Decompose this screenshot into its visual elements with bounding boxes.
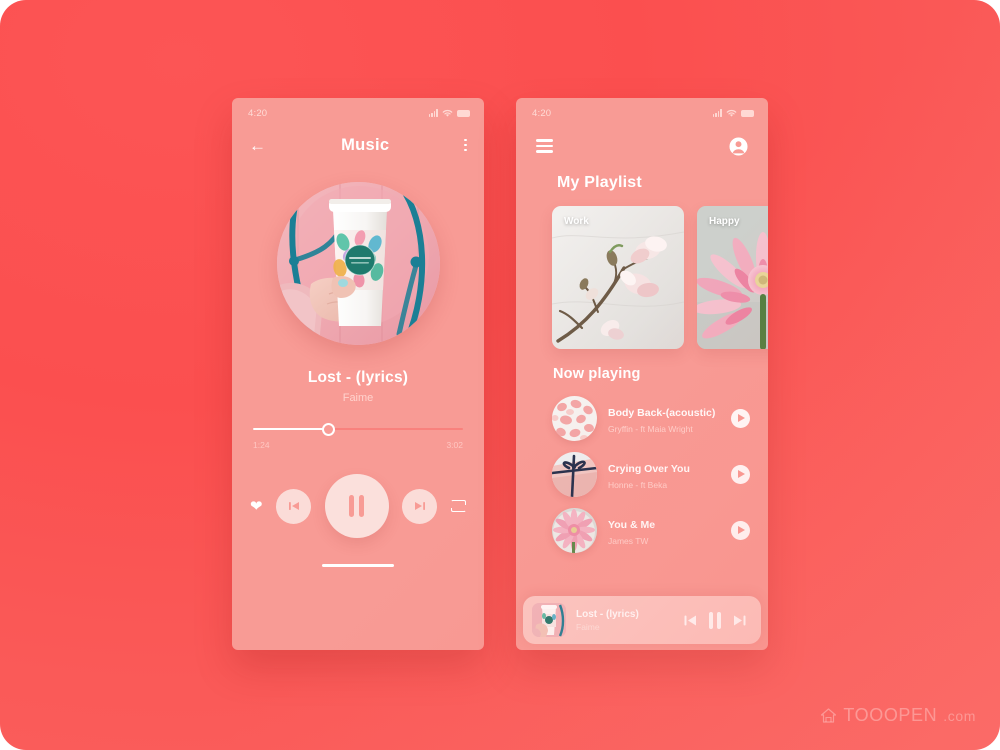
album-art (276, 182, 440, 345)
home-indicator (322, 564, 394, 567)
song-meta: Crying Over You Honne - ft Beka (608, 459, 720, 490)
status-icons (428, 109, 470, 118)
mockup-canvas: 4:20 ← Music Lost - (lyrics) Faime 1:24 … (0, 0, 1000, 750)
song-title: You & Me (608, 518, 656, 531)
playlist-card-work[interactable]: Work (552, 206, 684, 349)
album-art-container (232, 182, 484, 345)
skip-previous-button[interactable] (276, 488, 312, 524)
repeat-icon[interactable] (450, 500, 466, 512)
playlist-card-happy[interactable]: Happy (697, 206, 768, 349)
pause-icon (349, 495, 365, 517)
hamburger-menu-icon[interactable] (536, 139, 553, 153)
mini-player-artwork (532, 603, 566, 637)
wifi-icon (726, 109, 737, 117)
mini-player-artist: Faime (576, 621, 600, 632)
mini-player-controls (683, 611, 747, 629)
player-controls: ❤ (232, 474, 484, 538)
song-artwork (552, 507, 597, 553)
cloud-home-icon (821, 708, 837, 723)
playlist-phone-frame: 4:20 My Playlist Work Happy Now playing … (516, 98, 768, 650)
song-title: Body Back-(acoustic) (608, 406, 716, 419)
heart-icon[interactable]: ❤ (250, 497, 263, 515)
song-artwork (552, 451, 597, 497)
status-bar: 4:20 (232, 98, 484, 122)
status-time: 4:20 (532, 107, 552, 119)
card-label: Work (564, 216, 589, 227)
mini-player-title: Lost - (lyrics) (576, 608, 639, 620)
song-meta: Body Back-(acoustic) Gryffin - ft Maia W… (608, 403, 720, 434)
pause-icon[interactable] (709, 611, 721, 629)
track-title: Lost - (lyrics) (307, 369, 409, 386)
total-time: 3:02 (446, 440, 463, 450)
now-playing-heading: Now playing (553, 366, 641, 382)
wifi-icon (442, 109, 453, 117)
song-artist: James TW (608, 535, 649, 546)
progress-thumb[interactable] (322, 422, 336, 436)
battery-icon (741, 109, 754, 117)
status-icons (712, 109, 754, 118)
status-bar: 4:20 (516, 98, 768, 122)
back-arrow-icon[interactable]: ← (249, 137, 266, 154)
user-avatar-icon[interactable] (729, 136, 748, 156)
signal-icon (428, 109, 438, 117)
playlist-title: My Playlist (557, 174, 642, 191)
list-item[interactable]: You & Me James TW (552, 502, 750, 558)
status-time: 4:20 (248, 107, 268, 119)
track-info: Lost - (lyrics) Faime (232, 369, 484, 404)
card-label: Happy (709, 216, 740, 227)
song-artwork (552, 395, 597, 441)
playlist-navbar (516, 122, 768, 170)
progress-section[interactable]: 1:24 3:02 (253, 422, 463, 450)
skip-next-icon (414, 502, 425, 510)
progress-times: 1:24 3:02 (253, 440, 463, 450)
song-list: Body Back-(acoustic) Gryffin - ft Maia W… (516, 382, 768, 558)
mini-player[interactable]: Lost - (lyrics) Faime (523, 596, 761, 644)
play-circle-icon[interactable] (731, 464, 750, 484)
skip-next-icon[interactable] (732, 613, 747, 628)
watermark-suffix: .com (943, 707, 976, 724)
watermark: TOOOPEN .com (820, 705, 976, 726)
list-item[interactable]: Body Back-(acoustic) Gryffin - ft Maia W… (552, 390, 750, 446)
skip-next-button[interactable] (402, 488, 438, 524)
mini-player-meta: Lost - (lyrics) Faime (576, 609, 673, 632)
kebab-menu-icon[interactable] (464, 138, 467, 152)
play-circle-icon[interactable] (731, 408, 750, 428)
watermark-text: TOOOPEN (843, 705, 938, 725)
track-artist: Faime (342, 392, 374, 404)
skip-previous-icon[interactable] (683, 613, 698, 628)
song-title: Crying Over You (608, 462, 690, 475)
elapsed-time: 1:24 (253, 440, 270, 450)
progress-bar-track[interactable] (253, 422, 463, 436)
player-navbar: ← Music (232, 122, 484, 168)
page-title: Music (341, 135, 390, 154)
battery-icon (457, 109, 470, 117)
song-meta: You & Me James TW (608, 515, 720, 546)
song-artist: Honne - ft Beka (608, 479, 668, 490)
skip-previous-icon (288, 502, 299, 510)
pause-button[interactable] (324, 474, 389, 538)
playlist-card-carousel[interactable]: Work Happy (516, 192, 768, 349)
play-circle-icon[interactable] (731, 520, 750, 540)
list-item[interactable]: Crying Over You Honne - ft Beka (552, 446, 750, 502)
player-phone-frame: 4:20 ← Music Lost - (lyrics) Faime 1:24 … (232, 98, 484, 650)
progress-bar-fill (253, 428, 329, 430)
song-artist: Gryffin - ft Maia Wright (608, 423, 693, 434)
signal-icon (712, 109, 722, 117)
